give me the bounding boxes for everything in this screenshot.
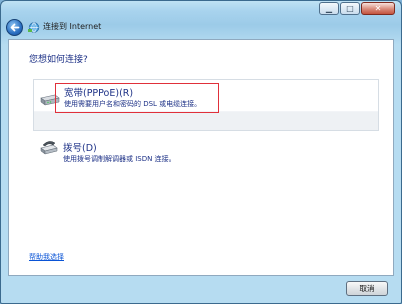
title-bar: ▁ □ ✕ xyxy=(1,1,401,17)
minimize-button[interactable]: ▁ xyxy=(319,2,339,15)
caption-buttons: ▁ □ ✕ xyxy=(318,2,395,15)
wizard-window: ▁ □ ✕ 连接到 Internet 您想如何连接? 宽带(PPPoE)(R) … xyxy=(0,0,402,304)
dialup-option[interactable]: 拨号(D) 使用拨号调制解调器或 ISDN 连接。 xyxy=(33,135,379,171)
help-me-choose-link[interactable]: 帮助我选择 xyxy=(29,252,64,262)
cancel-button[interactable]: 取消 xyxy=(346,281,388,296)
back-arrow-icon xyxy=(10,23,20,32)
network-connection-icon xyxy=(28,22,40,33)
maximize-button[interactable]: □ xyxy=(340,2,360,15)
page-heading: 您想如何连接? xyxy=(29,55,88,65)
dialup-phone-icon xyxy=(40,141,58,155)
broadband-option-description: 使用需要用户名和密码的 DSL 或电缆连接。 xyxy=(64,100,202,108)
wizard-content: 您想如何连接? 宽带(PPPoE)(R) 使用需要用户名和密码的 DSL 或电缆… xyxy=(8,39,394,276)
dialup-option-label: 拨号(D) xyxy=(63,143,97,154)
window-title: 连接到 Internet xyxy=(43,22,102,31)
dialup-option-description: 使用拨号调制解调器或 ISDN 连接。 xyxy=(63,155,176,163)
close-button[interactable]: ✕ xyxy=(361,2,395,15)
navigation-bar: 连接到 Internet xyxy=(1,17,401,39)
back-button[interactable] xyxy=(6,19,23,36)
broadband-option[interactable]: 宽带(PPPoE)(R) 使用需要用户名和密码的 DSL 或电缆连接。 xyxy=(33,79,379,131)
broadband-option-label: 宽带(PPPoE)(R) xyxy=(64,88,134,99)
